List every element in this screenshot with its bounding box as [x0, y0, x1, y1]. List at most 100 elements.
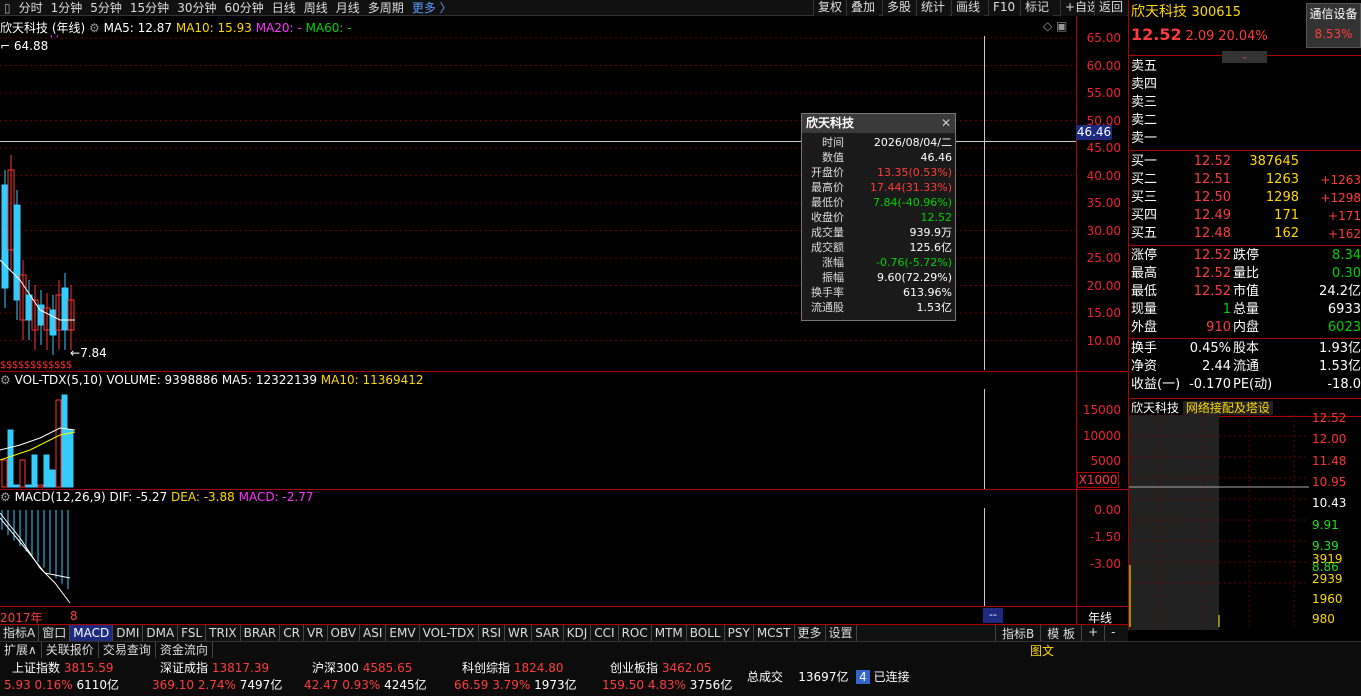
tab-wr[interactable]: WR: [505, 625, 533, 641]
indicator-tabs: 指标A 窗口 MACD DMI DMA FSL TRIX BRAR CR VR OBV ASI EMV V…: [0, 624, 1128, 641]
sector-badge[interactable]: 通信设备 8.53%: [1306, 3, 1361, 48]
tab-macd[interactable]: MACD: [70, 625, 114, 641]
index-item[interactable]: 科创综指 1824.80 66.59 3.79% 1973亿: [454, 660, 604, 694]
candle: [49, 309, 57, 336]
tab-设置[interactable]: 设置: [826, 625, 857, 641]
period-2[interactable]: 5分钟: [86, 0, 126, 16]
tab-窗口[interactable]: 窗口: [39, 625, 71, 641]
tab-right[interactable]: +: [1081, 625, 1104, 642]
period-0[interactable]: 分时: [15, 0, 47, 16]
tab-fsl[interactable]: FSL: [178, 625, 207, 641]
period-3[interactable]: 15分钟: [126, 0, 173, 16]
volume-bar: [13, 484, 20, 488]
period-10[interactable]: 更多 〉: [408, 0, 456, 16]
mini-concept-tab[interactable]: 网络接配及塔设: [1182, 401, 1273, 415]
settings-icon[interactable]: ⚙: [0, 373, 15, 387]
tooltip-row: 最高价 17.44(31.33%): [811, 181, 952, 194]
period-9[interactable]: 多周期: [364, 0, 408, 16]
tab-vr[interactable]: VR: [304, 625, 328, 641]
tab-mtm[interactable]: MTM: [652, 625, 687, 641]
settings-icon[interactable]: ⚙: [0, 490, 15, 504]
tab-sar[interactable]: SAR: [532, 625, 564, 641]
function-tab[interactable]: 资金流向: [156, 642, 213, 658]
mini-vol-tick: 3919: [1312, 552, 1343, 566]
tab-dma[interactable]: DMA: [143, 625, 179, 641]
sell-level: 卖三: [1131, 95, 1158, 110]
toolbar-3[interactable]: 统计: [916, 0, 950, 16]
period-4[interactable]: 30分钟: [173, 0, 220, 16]
buy-level: 买二 12.51 1263 +1263: [1131, 172, 1361, 187]
macd-label: MACD(12,26,9): [14, 490, 106, 504]
x-cursor: --: [983, 608, 1003, 623]
tab-right[interactable]: 模 板: [1040, 625, 1081, 642]
tab-dmi[interactable]: DMI: [113, 625, 144, 641]
y-tick: -3.00: [1089, 557, 1121, 571]
index-item[interactable]: 上证指数 3815.59 5.93 0.16% 6110亿: [4, 660, 154, 694]
mini-price-tick: 12.52: [1312, 411, 1347, 425]
period-5[interactable]: 60分钟: [220, 0, 267, 16]
tab-trix[interactable]: TRIX: [206, 625, 241, 641]
tab-brar[interactable]: BRAR: [241, 625, 281, 641]
function-tab[interactable]: 关联报价: [42, 642, 99, 658]
macd-chart: [0, 510, 71, 604]
tab-cci[interactable]: CCI: [591, 625, 619, 641]
tab-asi[interactable]: ASI: [360, 625, 387, 641]
connection-status: 已连接: [873, 670, 910, 684]
tab-cr[interactable]: CR: [280, 625, 304, 641]
toolbar-8[interactable]: 返回: [1094, 0, 1128, 16]
price-pct: 20.04%: [1218, 29, 1268, 44]
connection-count: 4: [856, 670, 870, 684]
period-7[interactable]: 周线: [300, 0, 332, 16]
toolbar-0[interactable]: 复权: [813, 0, 847, 16]
stat-row: 外盘 910 内盘 6023: [1131, 320, 1361, 335]
tab-vol-tdx[interactable]: VOL-TDX: [420, 625, 479, 641]
period-1[interactable]: 1分钟: [47, 0, 87, 16]
toolbar-5[interactable]: F10: [988, 0, 1020, 16]
tab-rsi[interactable]: RSI: [479, 625, 506, 641]
period-6[interactable]: 日线: [268, 0, 300, 16]
tab-right[interactable]: 指标B: [995, 625, 1040, 642]
period-8[interactable]: 月线: [332, 0, 364, 16]
tab-right[interactable]: -: [1104, 625, 1121, 642]
collapse-icon[interactable]: ⌄: [1222, 51, 1267, 63]
tab-boll[interactable]: BOLL: [687, 625, 725, 641]
stat2-row: 换手 0.45% 股本 1.93亿: [1131, 341, 1361, 356]
tab-mcst[interactable]: MCST: [754, 625, 795, 641]
function-tab[interactable]: 扩展∧: [0, 642, 42, 658]
toolbar-6[interactable]: 标记: [1020, 0, 1054, 16]
menu-icon[interactable]: ▯: [0, 1, 15, 15]
toolbar-4[interactable]: 画线: [951, 0, 985, 16]
tab-psy[interactable]: PSY: [725, 625, 754, 641]
toolbar-1[interactable]: 叠加: [846, 0, 880, 16]
tab-obv[interactable]: OBV: [328, 625, 361, 641]
function-tab[interactable]: 交易查询: [99, 642, 156, 658]
tab-指标a[interactable]: 指标A: [0, 625, 40, 641]
cursor-price-tag: 46.46: [1076, 125, 1112, 140]
tab-roc[interactable]: ROC: [619, 625, 652, 641]
tooltip-row: 成交额 125.6亿: [811, 241, 952, 254]
close-icon[interactable]: ✕: [941, 114, 955, 133]
index-item[interactable]: 创业板指 3462.05 159.50 4.83% 3756亿: [602, 660, 752, 694]
stat2-row: 收益(一) -0.170 PE(动) -18.0: [1131, 377, 1361, 392]
stock-name: 欣天科技: [1131, 4, 1187, 20]
index-item[interactable]: 沪深300 4585.65 42.47 0.93% 4245亿: [304, 660, 454, 694]
tab-kdj[interactable]: KDJ: [564, 625, 592, 641]
graphic-tab[interactable]: 图文: [1030, 642, 1054, 659]
candle: [61, 287, 69, 331]
total-turnover: 总成交 13697亿 4 已连接: [747, 670, 910, 684]
tab-emv[interactable]: EMV: [386, 625, 420, 641]
svg-text:' ': ' ': [50, 34, 59, 45]
mini-vol-tick: 1960: [1312, 592, 1343, 606]
volume-bar: [1, 459, 8, 488]
index-item[interactable]: 深证成指 13817.39 369.10 2.74% 7497亿: [152, 660, 302, 694]
tab-更多[interactable]: 更多: [795, 625, 826, 641]
vol-ma5: MA5: 12322139: [221, 373, 317, 387]
mini-price-tick: 9.91: [1312, 517, 1339, 532]
index-status-bar: 上证指数 3815.59 5.93 0.16% 6110亿 深证成指 13817.3…: [0, 658, 1361, 696]
y-tick: 10000: [1082, 428, 1121, 443]
volume-bar: [67, 429, 74, 488]
svg-text:$: $: [66, 360, 72, 371]
sell-level: 卖二: [1131, 113, 1158, 128]
volume-bar: [55, 399, 62, 488]
toolbar-2[interactable]: 多股: [882, 0, 916, 16]
